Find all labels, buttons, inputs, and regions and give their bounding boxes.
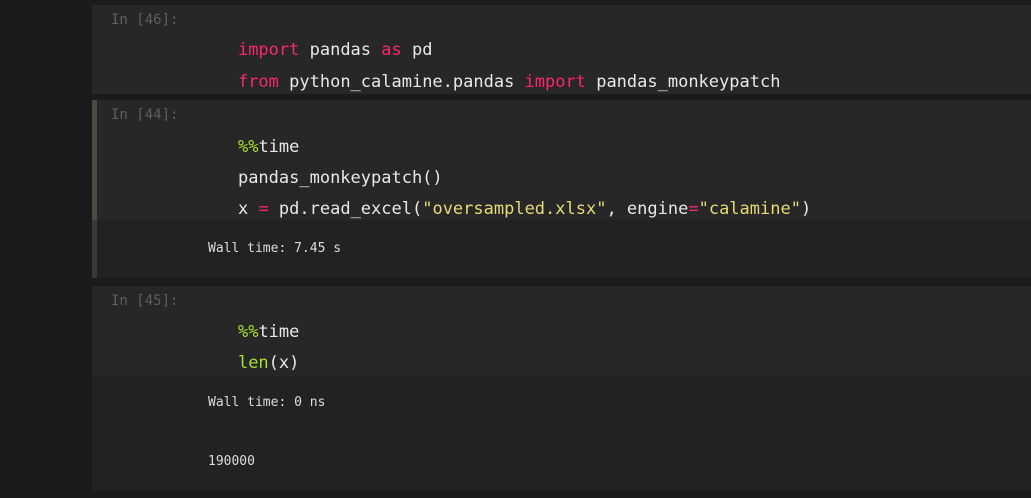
keyword-token: from (237, 72, 279, 92)
string-token: "calamine" (698, 199, 801, 219)
output-text: Wall time: 7.45 s (208, 241, 342, 256)
code-line[interactable]: x = pd.read_excel("oversampled.xlsx", en… (197, 179, 811, 239)
code-line[interactable]: len(x) (197, 333, 299, 393)
output-text: 190000 (208, 454, 255, 469)
cell-prompt: In [45]: (111, 293, 179, 309)
code-token: pandas_monkeypatch (585, 72, 781, 92)
string-token: "oversampled.xlsx" (422, 199, 607, 219)
code-token: , engine (606, 199, 689, 219)
code-token: pd.read_excel( (268, 199, 423, 219)
output-area (92, 376, 1031, 490)
code-token: (x) (268, 353, 300, 373)
code-token: x (237, 199, 259, 219)
builtin-token: len (237, 353, 269, 373)
code-token: ) (800, 199, 812, 219)
notebook-page: In [46]: import pandas as pd from python… (0, 0, 1031, 498)
output-text: Wall time: 0 ns (208, 395, 326, 410)
cell-prompt: In [46]: (111, 12, 179, 28)
keyword-token: import (524, 72, 586, 92)
operator-token: = (688, 199, 699, 219)
code-token: python_calamine.pandas (278, 72, 525, 92)
cell-prompt: In [44]: (111, 107, 179, 123)
operator-token: = (258, 199, 269, 219)
